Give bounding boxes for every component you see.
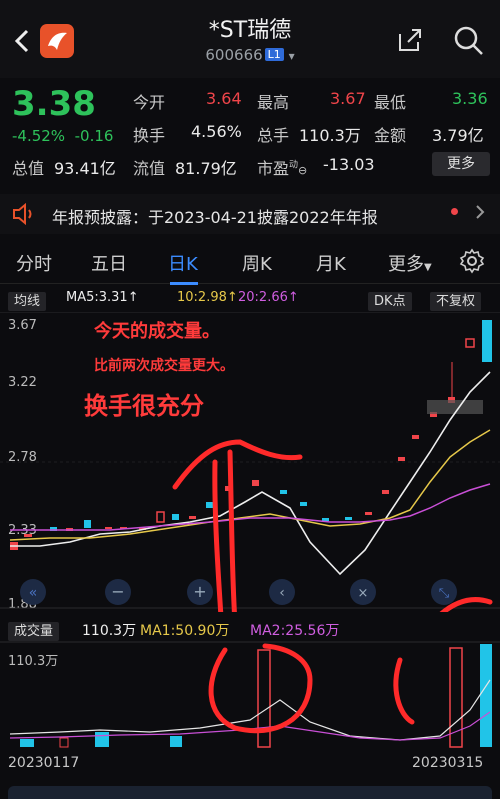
svg-text:«: « (29, 585, 38, 601)
amount-value: 3.79亿 (432, 126, 484, 145)
active-tab-indicator (170, 282, 198, 285)
level-badge: L1 (264, 48, 284, 61)
date-start: 20230117 (8, 755, 80, 771)
ma-selector[interactable]: 均线 (8, 290, 47, 312)
adjust-label: 不复权 (430, 292, 482, 311)
tab-more-label: 更多 (388, 254, 424, 275)
volume-label: 成交量 (8, 622, 60, 641)
volume-chart[interactable] (0, 640, 500, 752)
volume-label: 总手 (257, 126, 290, 145)
ma-label: 均线 (8, 292, 47, 311)
search-icon[interactable] (452, 24, 486, 58)
svg-text:×: × (358, 586, 369, 601)
volume-value: 110.3万 (82, 623, 137, 639)
announcement-text: 年报预披露：于2023-04-21披露2022年年报 (52, 208, 378, 227)
pe-value: -13.03 (323, 155, 375, 174)
annotation-text: 今天的成交量。 (94, 321, 220, 342)
tab-five-day[interactable]: 五日 (91, 250, 127, 276)
svg-text:−: − (111, 582, 124, 601)
volume-ma2: MA2:25.56万 (250, 623, 340, 639)
price-change: -4.52% -0.16 (12, 127, 113, 145)
float-cap-value: 81.79亿 (175, 159, 237, 178)
ma5-line (10, 371, 491, 576)
share-icon[interactable] (396, 26, 424, 54)
unread-dot (451, 208, 458, 215)
mktcap-value: 93.41亿 (54, 159, 116, 178)
open-value: 3.64 (206, 89, 242, 108)
gear-icon[interactable] (459, 248, 485, 274)
stock-code-row[interactable]: 600666 L1 ▾ (0, 46, 500, 64)
volume-ma1: MA1:50.90万 (140, 623, 230, 639)
tab-monthly-k[interactable]: 月K (316, 250, 346, 276)
chevron-down-icon: ▾ (288, 49, 295, 63)
ma10-legend: 10:2.98↑ (177, 290, 238, 305)
chevron-right-icon[interactable] (474, 204, 486, 220)
current-price: 3.38 (12, 84, 96, 124)
caret-down-icon: ▼ (424, 262, 432, 273)
dk-point-toggle[interactable]: DK点 (368, 290, 412, 312)
turnover-label: 换手 (133, 126, 166, 145)
mktcap-label: 总值 (12, 159, 45, 178)
date-end: 20230315 (412, 755, 484, 771)
candles (10, 320, 492, 550)
speaker-icon (13, 203, 32, 225)
open-label: 今开 (133, 93, 166, 112)
low-value: 3.36 (452, 89, 488, 108)
float-cap-label: 流值 (133, 159, 166, 178)
volume-value: 110.3万 (299, 126, 361, 145)
info-icon[interactable]: ⊖ (298, 164, 307, 177)
turnover-value: 4.56% (191, 122, 242, 141)
kline-chart[interactable]: « − + ‹ × ⤡ (0, 312, 500, 612)
vol-ma2-line (9, 711, 491, 741)
ma5-legend: MA5:3.31↑ (66, 290, 139, 305)
svg-text:+: + (193, 582, 206, 601)
dk-label: DK点 (368, 292, 412, 311)
chart-nav-buttons[interactable]: « − + ‹ × ⤡ (20, 579, 457, 605)
low-label: 最低 (374, 93, 407, 112)
pe-dynamic-mark: 动 (289, 160, 299, 171)
pe-label: 市盈动⊖ (257, 155, 307, 179)
high-label: 最高 (257, 93, 290, 112)
stock-code: 600666 (205, 46, 263, 64)
more-quote-button[interactable]: 更多 (432, 152, 490, 176)
ma20-legend: 20:2.66↑ (238, 290, 299, 305)
svg-text:⤡: ⤡ (439, 586, 450, 601)
tab-weekly-k[interactable]: 周K (242, 250, 272, 276)
annotation-text: 比前两次成交量更大。 (94, 358, 234, 374)
change-amount: -0.16 (74, 127, 114, 145)
amount-label: 金额 (374, 126, 407, 145)
annotation-text: 换手很充分 (84, 392, 204, 420)
adjust-selector[interactable]: 不复权 (430, 290, 482, 312)
high-value: 3.67 (330, 89, 366, 108)
svg-text:‹: ‹ (279, 585, 285, 601)
red-arrow-annotation (208, 643, 415, 734)
volume-indicator-selector[interactable]: 成交量 (8, 620, 60, 641)
ma20-line (10, 483, 491, 531)
tab-intraday[interactable]: 分时 (16, 250, 52, 276)
stock-name: *ST瑞德 (208, 18, 292, 43)
change-percent: -4.52% (12, 127, 66, 145)
pe-label-text: 市盈 (257, 159, 290, 178)
tab-daily-k[interactable]: 日K (168, 250, 198, 276)
tab-more[interactable]: 更多▼ (388, 250, 432, 276)
bottom-panel-handle[interactable] (8, 786, 492, 799)
